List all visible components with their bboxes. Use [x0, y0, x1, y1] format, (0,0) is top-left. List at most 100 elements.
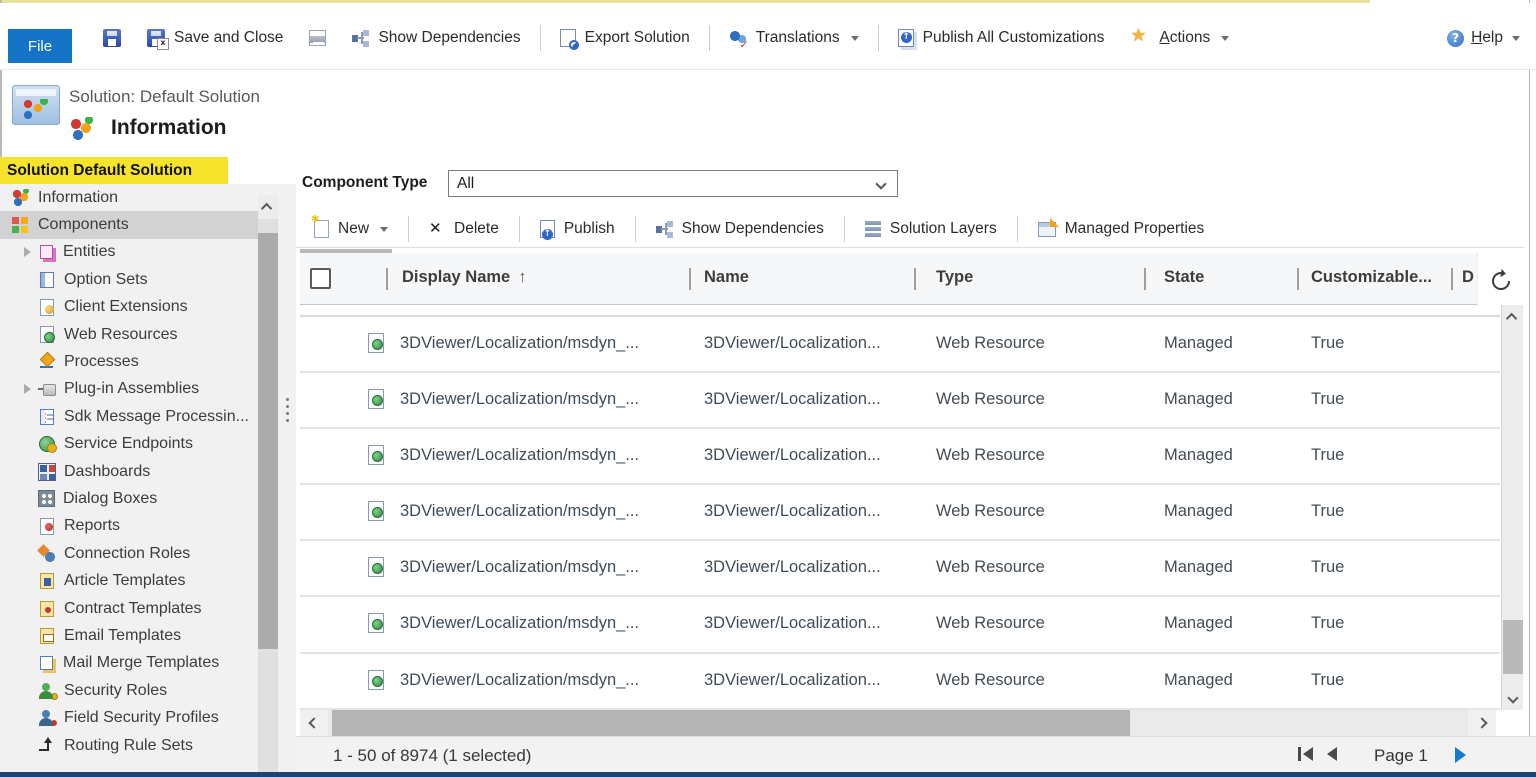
column-header-name[interactable]: Name — [704, 268, 749, 287]
scroll-up-button[interactable] — [1502, 305, 1524, 329]
sidebar-item-entities[interactable]: Entities — [0, 239, 258, 266]
chevron-down-icon — [1221, 36, 1229, 41]
sidebar-item-label: Processes — [64, 353, 139, 371]
cell-type: Web Resource — [936, 502, 1045, 521]
cell-type: Web Resource — [936, 671, 1045, 690]
sidebar-item-web-resources[interactable]: Web Resources — [0, 321, 258, 348]
sidebar-item-dashboards[interactable]: Dashboards — [0, 458, 258, 485]
refresh-button[interactable] — [1477, 252, 1523, 310]
table-row[interactable]: 3DViewer/Localization/msdyn_... 3DViewer… — [300, 654, 1500, 710]
grid-vertical-scrollbar[interactable] — [1501, 305, 1523, 710]
print-button[interactable] — [296, 30, 339, 46]
managed-properties-button[interactable]: Managed Properties — [1024, 220, 1219, 238]
scrollbar-thumb[interactable] — [1503, 620, 1523, 674]
grid-horizontal-scrollbar[interactable] — [300, 710, 1496, 736]
cell-display-name[interactable]: 3DViewer/Localization/msdyn_... — [400, 614, 688, 633]
delete-button[interactable]: Delete — [415, 220, 513, 238]
panel-splitter-handle[interactable] — [283, 398, 291, 438]
table-row[interactable]: 3DViewer/Localization/msdyn_... 3DViewer… — [300, 597, 1500, 653]
first-page-button[interactable] — [1298, 747, 1313, 761]
scroll-down-button[interactable] — [1502, 686, 1524, 710]
cell-customizable: True — [1311, 334, 1344, 353]
cell-display-name[interactable]: 3DViewer/Localization/msdyn_... — [400, 671, 688, 690]
sidebar-item-connection-roles[interactable]: Connection Roles — [0, 540, 258, 567]
scroll-up-button[interactable] — [258, 195, 278, 219]
column-header-type[interactable]: Type — [936, 268, 973, 287]
component-type-select[interactable]: All — [448, 170, 898, 197]
expand-arrow-icon[interactable] — [24, 247, 38, 257]
table-row[interactable]: 3DViewer/Localization/msdyn_... 3DViewer… — [300, 429, 1500, 485]
cell-display-name[interactable]: 3DViewer/Localization/msdyn_... — [400, 334, 688, 353]
table-row[interactable]: 3DViewer/Localization/msdyn_... 3DViewer… — [300, 373, 1500, 429]
help-icon — [1447, 30, 1464, 47]
save-and-close-icon — [147, 29, 165, 47]
dashboards-icon — [38, 463, 56, 481]
column-header-customizable[interactable]: Customizable... — [1311, 268, 1432, 287]
toolbar-separator — [408, 216, 409, 242]
export-solution-button[interactable]: Export Solution — [547, 29, 703, 47]
cell-name: 3DViewer/Localization... — [704, 502, 919, 521]
web-resource-icon — [368, 333, 384, 353]
window-bottom-edge — [0, 772, 1536, 777]
cell-display-name[interactable]: 3DViewer/Localization/msdyn_... — [400, 558, 688, 577]
cell-display-name[interactable]: 3DViewer/Localization/msdyn_... — [400, 390, 688, 409]
sidebar-scrollbar[interactable] — [258, 195, 278, 777]
actions-button[interactable]: Actions — [1117, 28, 1242, 48]
sidebar-item-mail-merge-templates[interactable]: Mail Merge Templates — [0, 650, 258, 677]
toolbar-separator — [540, 25, 541, 51]
column-header-d[interactable]: D — [1462, 268, 1474, 287]
column-header-display-name[interactable]: Display Name — [402, 268, 526, 287]
expand-arrow-icon[interactable] — [24, 384, 38, 394]
show-dependencies-button[interactable]: Show Dependencies — [339, 29, 533, 47]
sdk-message-processing-icon — [40, 409, 54, 425]
sidebar-item-plugin-assemblies[interactable]: Plug-in Assemblies — [0, 376, 258, 403]
sidebar-item-processes[interactable]: Processes — [0, 348, 258, 375]
cell-display-name[interactable]: 3DViewer/Localization/msdyn_... — [400, 502, 688, 521]
sidebar-item-article-templates[interactable]: Article Templates — [0, 567, 258, 594]
sidebar-item-label: Service Endpoints — [64, 435, 193, 453]
show-dependencies-button[interactable]: Show Dependencies — [642, 220, 838, 238]
sidebar-item-security-roles[interactable]: Security Roles — [0, 677, 258, 704]
cell-name: 3DViewer/Localization... — [704, 334, 919, 353]
cell-name: 3DViewer/Localization... — [704, 390, 919, 409]
scrollbar-thumb[interactable] — [258, 233, 278, 649]
sidebar-item-email-templates[interactable]: Email Templates — [0, 622, 258, 649]
save-button[interactable] — [90, 29, 134, 47]
plugin-assemblies-icon — [38, 380, 56, 398]
scrollbar-thumb[interactable] — [332, 710, 1130, 736]
sidebar-item-routing-rule-sets[interactable]: Routing Rule Sets — [0, 732, 258, 759]
new-button[interactable]: New — [300, 220, 402, 238]
publish-all-customizations-button[interactable]: Publish All Customizations — [885, 29, 1118, 47]
table-row[interactable]: 3DViewer/Localization/msdyn_... 3DViewer… — [300, 485, 1500, 541]
select-all-checkbox[interactable] — [310, 268, 331, 289]
sidebar-item-field-security-profiles[interactable]: Field Security Profiles — [0, 704, 258, 731]
sidebar-item-dialog-boxes[interactable]: Dialog Boxes — [0, 485, 258, 512]
help-button[interactable]: Help — [1447, 19, 1520, 57]
solution-layers-button[interactable]: Solution Layers — [851, 220, 1011, 238]
sidebar-item-contract-templates[interactable]: Contract Templates — [0, 595, 258, 622]
table-row[interactable]: 3DViewer/Localization/msdyn_... 3DViewer… — [300, 541, 1500, 597]
scroll-left-button[interactable] — [300, 710, 328, 736]
sidebar-item-option-sets[interactable]: Option Sets — [0, 266, 258, 293]
previous-page-button[interactable] — [1327, 747, 1337, 761]
next-page-button[interactable] — [1455, 747, 1466, 763]
column-header-state[interactable]: State — [1164, 268, 1204, 287]
information-icon — [69, 117, 94, 142]
cell-display-name[interactable]: 3DViewer/Localization/msdyn_... — [400, 446, 688, 465]
cell-customizable: True — [1311, 502, 1344, 521]
sidebar-item-information[interactable]: Information — [0, 184, 258, 211]
sidebar-item-components[interactable]: Components — [0, 211, 258, 238]
solution-label: Solution: Default Solution — [69, 87, 295, 107]
sidebar-item-service-endpoints[interactable]: Service Endpoints — [0, 431, 258, 458]
toolbar-separator — [635, 216, 636, 242]
scroll-right-button[interactable] — [1468, 710, 1496, 736]
translations-button[interactable]: Translations — [716, 29, 872, 47]
toolbar-separator — [519, 216, 520, 242]
sidebar-item-reports[interactable]: Reports — [0, 513, 258, 540]
sidebar-item-sdk-message-processing[interactable]: Sdk Message Processin... — [0, 403, 258, 430]
table-row[interactable]: 3DViewer/Localization/msdyn_... 3DViewer… — [300, 317, 1500, 373]
publish-button[interactable]: Publish — [526, 220, 629, 238]
file-tab[interactable]: File — [8, 29, 72, 63]
save-and-close-button[interactable]: Save and Close — [134, 29, 296, 47]
sidebar-item-client-extensions[interactable]: Client Extensions — [0, 294, 258, 321]
